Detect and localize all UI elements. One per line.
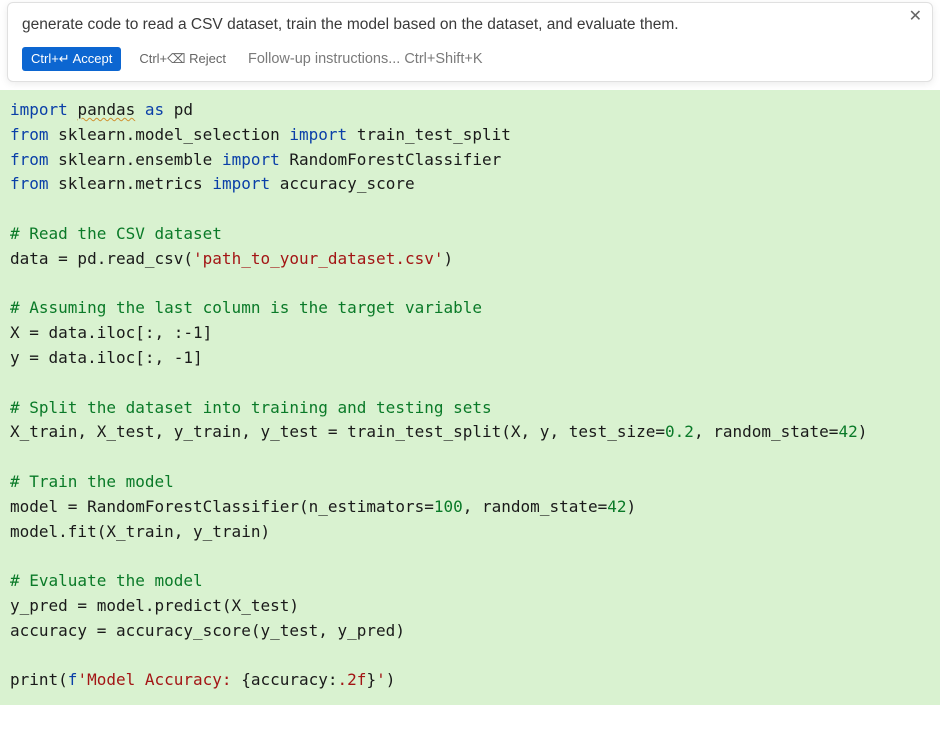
close-icon[interactable]: ✕ [909,9,922,25]
code-token: 'Model Accuracy: [77,670,241,689]
code-token: ) [443,249,453,268]
code-token: train_test_split [357,125,511,144]
code-token: -1 [183,323,202,342]
accept-button[interactable]: Ctrl+↵ Accept [22,47,121,71]
code-token: ] [203,323,213,342]
code-token: ) [627,497,637,516]
code-token: import [222,150,280,169]
code-token: ) [858,422,868,441]
code-token: accuracy = accuracy_score(y_test, y_pred… [10,621,405,640]
code-token: , random_state= [694,422,839,441]
code-token: -1 [174,348,193,367]
code-token: from [10,125,49,144]
inline-chat-prompt: ✕ generate code to read a CSV dataset, t… [7,2,933,82]
code-token: RandomForestClassifier [289,150,501,169]
code-token: # Read the CSV dataset [10,224,222,243]
code-token: from [10,174,49,193]
code-token: y = data.iloc[:, [10,348,174,367]
code-token: # Train the model [10,472,174,491]
code-token: import [289,125,347,144]
code-token: sklearn.metrics [58,174,203,193]
code-token: 'path_to_your_dataset.csv' [193,249,443,268]
code-token: , random_state= [463,497,608,516]
code-token: from [10,150,49,169]
code-token: # Assuming the last column is the target… [10,298,482,317]
code-token: ) [386,670,396,689]
prompt-actions: Ctrl+↵ Accept Ctrl+⌫ Reject [22,47,918,71]
code-token: } [366,670,376,689]
code-token: f [68,670,78,689]
code-token: accuracy_score [280,174,415,193]
code-token: print( [10,670,68,689]
code-token: {accuracy: [241,670,337,689]
code-token: 42 [607,497,626,516]
code-token: 100 [434,497,463,516]
code-token: model.fit(X_train, y_train) [10,522,270,541]
code-token: import [10,100,68,119]
code-token: pd [174,100,193,119]
code-token: .2f [338,670,367,689]
code-editor[interactable]: import pandas as pd from sklearn.model_s… [0,90,940,705]
code-token: sklearn.ensemble [58,150,212,169]
code-token: pandas [77,100,135,119]
code-token: sklearn.model_selection [58,125,280,144]
code-token: ' [376,670,386,689]
code-token: 42 [838,422,857,441]
code-token: import [212,174,270,193]
code-token: # Evaluate the model [10,571,203,590]
code-token: as [145,100,164,119]
code-token: X_train, X_test, y_train, y_test = train… [10,422,665,441]
prompt-text: generate code to read a CSV dataset, tra… [22,13,918,37]
code-token: y_pred = model.predict(X_test) [10,596,299,615]
followup-input[interactable] [244,49,564,69]
code-token: # Split the dataset into training and te… [10,398,492,417]
code-token: ] [193,348,203,367]
code-token: data = pd.read_csv( [10,249,193,268]
code-token: X = data.iloc[:, : [10,323,183,342]
code-token: model = RandomForestClassifier(n_estimat… [10,497,434,516]
code-token: 0.2 [665,422,694,441]
reject-button[interactable]: Ctrl+⌫ Reject [139,51,226,67]
